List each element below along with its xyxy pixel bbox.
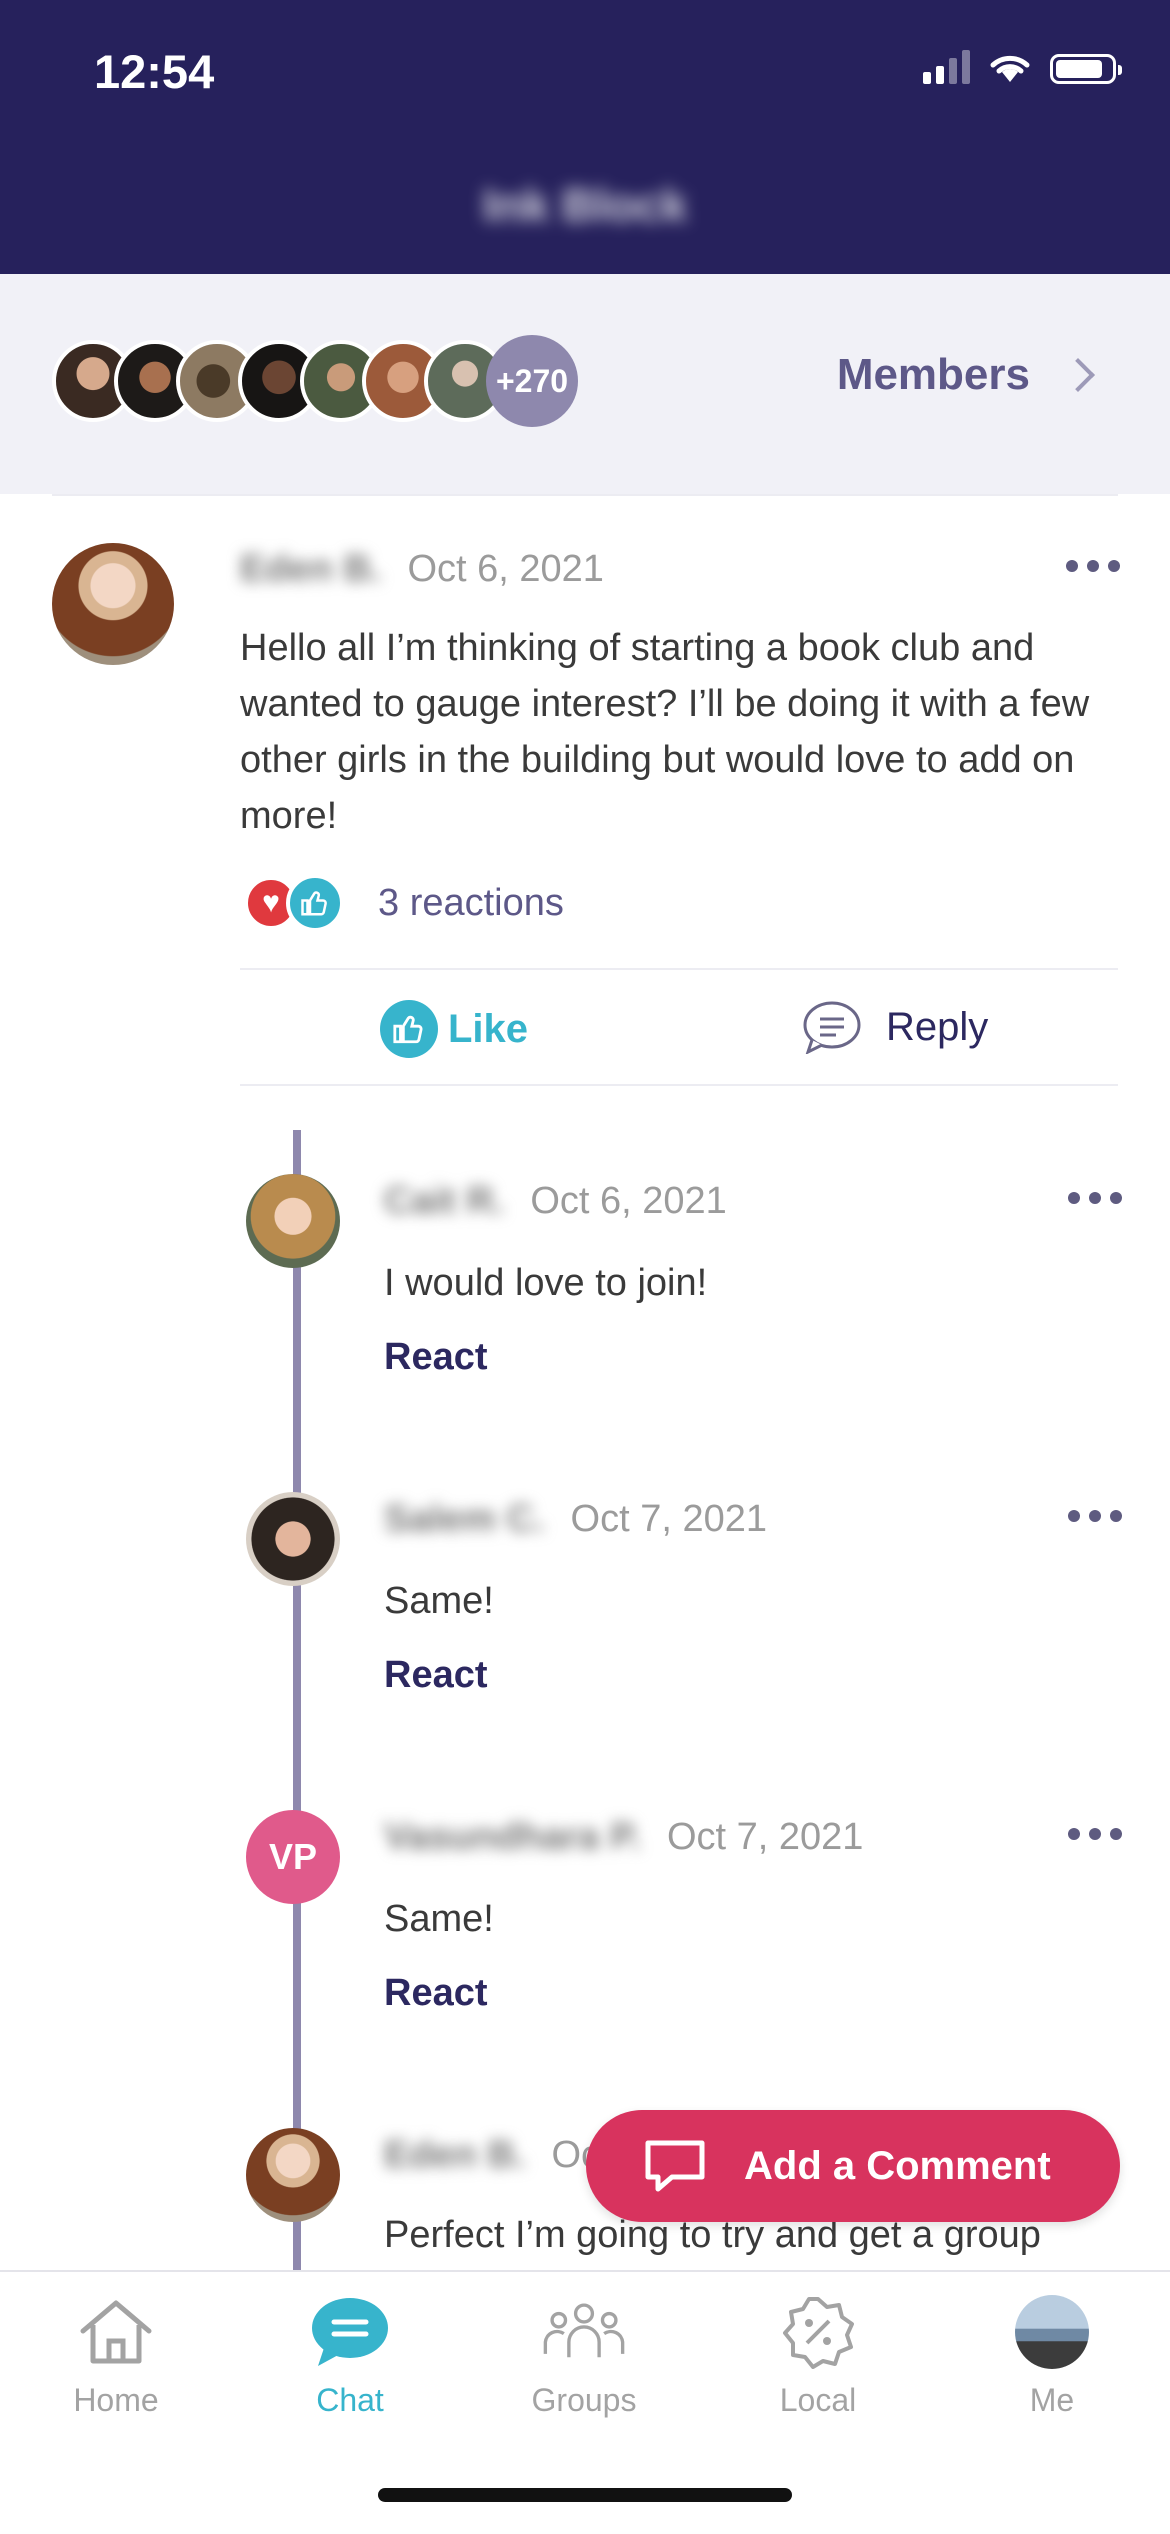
post-author-name[interactable]: Eden B. [240,548,381,591]
reply-author-name[interactable]: Vasundhara P. [384,1816,641,1859]
reply-meta: Cait R. Oct 6, 2021 [384,1180,727,1223]
tab-label: Me [1029,2382,1075,2418]
chat-icon [308,2294,392,2370]
tab-label: Groups [531,2382,637,2418]
members-bar[interactable]: +270 Members [0,274,1170,494]
reactions-count[interactable]: 3 reactions [378,882,564,925]
reply-date: Oct 6, 2021 [530,1180,727,1222]
chevron-right-icon [1061,358,1095,392]
group-title: Ink Block [482,179,688,231]
like-label: Like [448,1006,529,1051]
reply-body: Same! [384,1898,494,1940]
react-button[interactable]: React [384,1654,488,1697]
react-button[interactable]: React [384,1336,488,1379]
home-indicator[interactable] [378,2488,792,2502]
react-button[interactable]: React [384,1972,488,2015]
reply-button[interactable]: Reply [802,1000,988,1054]
tab-label: Home [73,2382,159,2418]
post-body: Hello all I’m thinking of starting a boo… [240,627,1090,837]
thumbs-up-icon [380,1000,438,1058]
home-icon [74,2294,158,2370]
reply-label: Reply [886,1004,989,1049]
speech-bubble-icon [803,1001,861,1054]
cellular-signal-icon [923,50,970,84]
comment-icon [645,2140,705,2192]
more-options-icon[interactable] [1068,1828,1122,1842]
divider [52,494,1118,496]
reply-author-name[interactable]: Cait R. [384,1180,504,1223]
members-label: Members [836,350,1030,399]
reply-body: Same! [384,1580,494,1622]
status-time: 12:54 [94,45,215,98]
member-overflow-count[interactable]: +270 [486,335,578,427]
more-options-icon[interactable] [1068,1192,1122,1206]
local-badge-icon [776,2294,860,2370]
more-options-icon[interactable] [1066,560,1120,574]
post-author-avatar[interactable] [52,543,174,665]
avatar [1015,2295,1089,2369]
add-comment-button[interactable]: Add a Comment [586,2110,1120,2222]
reply-date: Oct 7, 2021 [570,1498,767,1540]
reply-author-avatar[interactable] [246,2128,340,2222]
reply-author-avatar[interactable] [246,1174,340,1268]
add-comment-label: Add a Comment [744,2143,1051,2188]
tab-local[interactable]: Local [718,2294,918,2419]
tab-groups[interactable]: Groups [484,2294,684,2419]
wifi-icon [990,55,1030,82]
thread-line [293,1130,301,2270]
profile-avatar [1010,2294,1094,2370]
post-meta: Eden B. Oct 6, 2021 [240,548,604,591]
reply-author-avatar[interactable] [246,1492,340,1586]
tab-label: Chat [316,2382,384,2418]
reply-meta: Eden B. Oc [384,2134,600,2177]
more-options-icon[interactable] [1068,1510,1122,1524]
battery-icon [1050,54,1122,84]
reply-author-name[interactable]: Salem C. [384,1498,545,1541]
status-icons [923,50,1122,84]
reply-author-avatar[interactable]: VP [246,1810,340,1904]
reply-date: Oct 7, 2021 [666,1816,864,1858]
groups-icon [542,2294,626,2370]
reactions-summary[interactable]: ♥ 3 reactions [244,874,564,932]
thumbs-up-reaction-icon [286,874,344,932]
member-avatar-stack[interactable]: +270 [52,335,578,427]
app-header: 12:54 Ink Block [0,0,1170,274]
post-date: Oct 6, 2021 [407,548,604,590]
like-button[interactable]: Like [380,1000,528,1058]
tab-home[interactable]: Home [16,2294,216,2419]
reply-author-name[interactable]: Eden B. [384,2134,525,2177]
tab-chat[interactable]: Chat [250,2294,450,2419]
post-action-bar: Like Reply [240,968,1118,1086]
reply-body: I would love to join! [384,1262,708,1304]
tab-label: Local [779,2382,857,2418]
members-link[interactable]: Members [836,350,1095,400]
tab-me[interactable]: Me [952,2294,1152,2419]
reply-meta: Vasundhara P. Oct 7, 2021 [384,1816,863,1859]
reply-meta: Salem C. Oct 7, 2021 [384,1498,767,1541]
